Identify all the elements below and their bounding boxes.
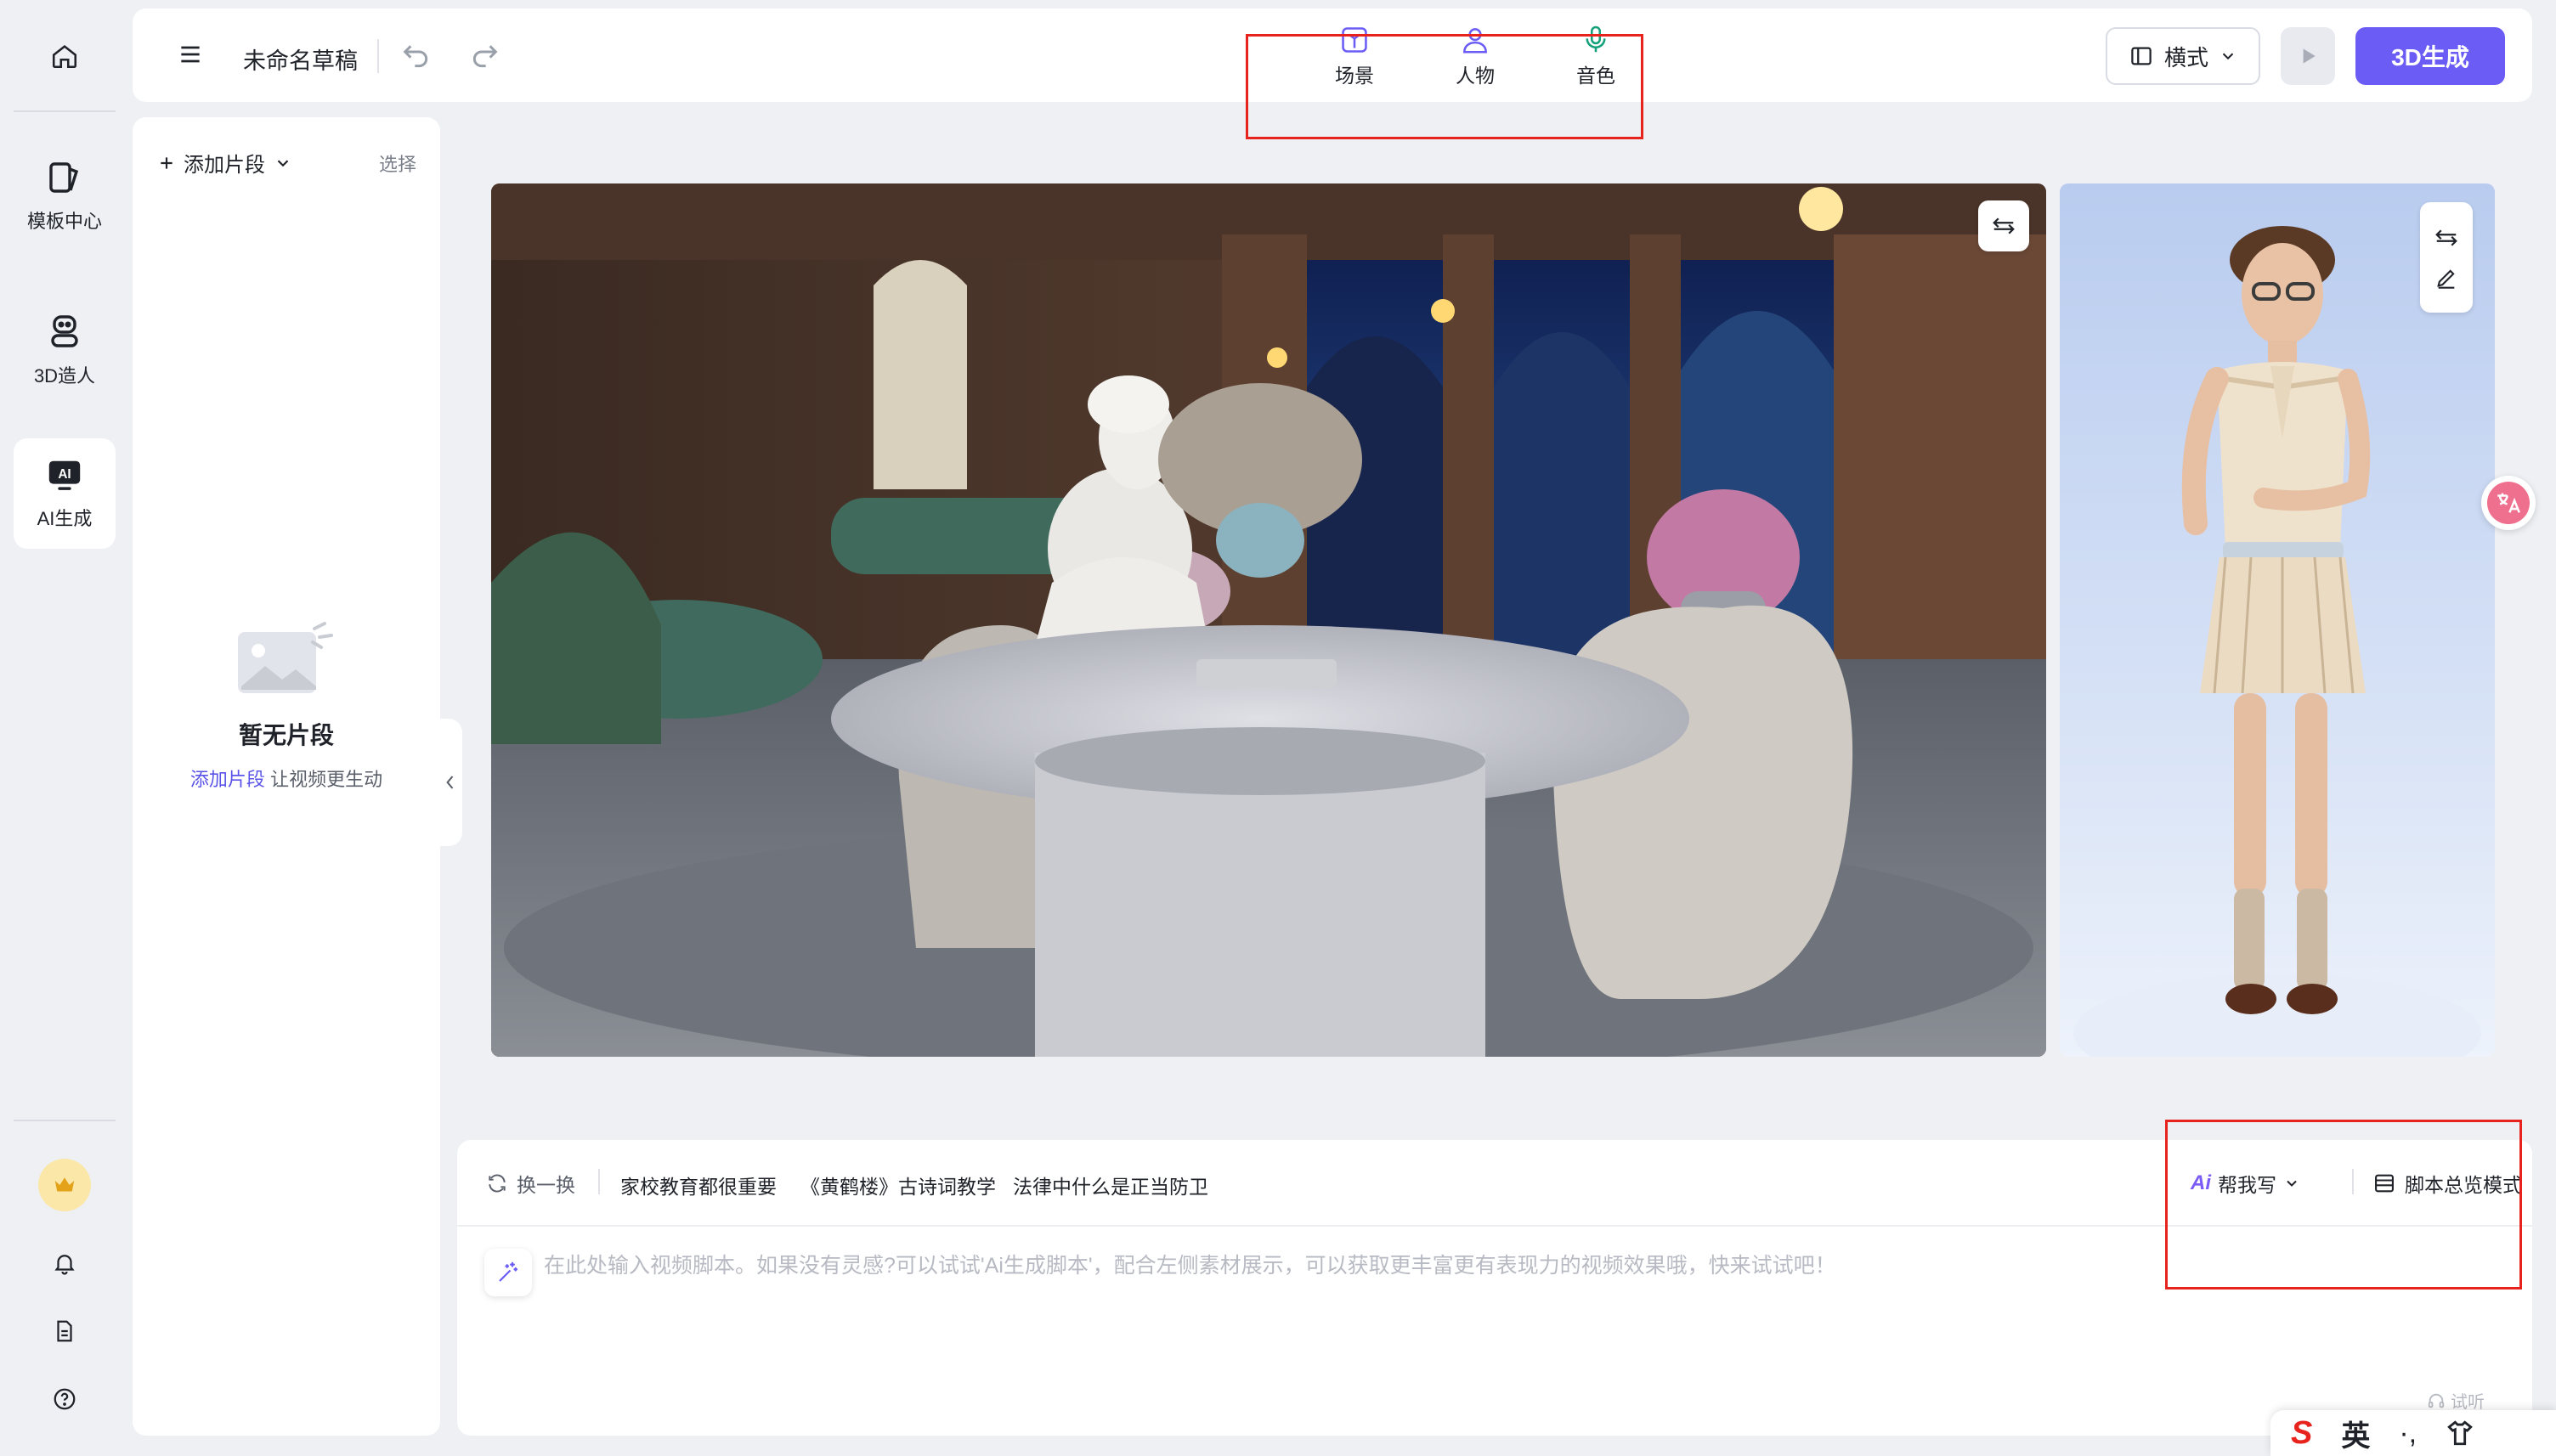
plus-icon [161, 156, 172, 169]
segments-panel: 添加片段 选择 暂无片段 添加片段 让视频更生动 [133, 117, 440, 1436]
character-actions [2420, 202, 2473, 313]
left-rail: 模板中心 3D造人 AI AI生成 [0, 0, 129, 1456]
template-icon [49, 162, 79, 193]
magic-wand-icon [499, 1261, 518, 1282]
rail-item-label: 模板中心 [26, 211, 102, 232]
crown-icon [38, 1159, 91, 1211]
character-image [2073, 226, 2481, 1057]
listen-button[interactable]: 试听 [2427, 1388, 2485, 1413]
menu-button[interactable] [177, 41, 204, 72]
ime-language-toggle[interactable]: 英 [2341, 1413, 2370, 1454]
empty-image-icon [235, 622, 336, 703]
bell-icon [54, 1255, 75, 1275]
scene-preview[interactable] [491, 183, 2046, 1057]
ime-skin-icon[interactable] [2446, 1419, 2474, 1448]
refresh-icon [489, 1174, 506, 1193]
chevron-left-icon [446, 776, 454, 789]
collapse-panel-button[interactable] [437, 719, 462, 846]
empty-state-title: 暂无片段 [238, 722, 334, 748]
hamburger-icon [181, 46, 200, 63]
robot-icon [51, 315, 78, 347]
swap-icon [1993, 217, 2015, 234]
draft-title[interactable]: 未命名草稿 [243, 42, 358, 76]
home-icon [52, 45, 77, 69]
refresh-label: 换一换 [517, 1174, 575, 1196]
orientation-select[interactable]: 横式 [2106, 27, 2260, 85]
rail-item-label: AI生成 [37, 508, 93, 529]
empty-state-hint: 添加片段 让视频更生动 [133, 765, 440, 792]
listen-label: 试听 [2451, 1393, 2485, 1412]
translate-button[interactable] [2481, 476, 2536, 530]
ime-toolbar: S 英 ·, [2270, 1410, 2556, 1456]
documents-button[interactable] [14, 1310, 116, 1352]
headphones-icon [2428, 1393, 2445, 1408]
highlight-box-script-tools [2165, 1120, 2522, 1290]
ime-punctuation-icon[interactable]: ·, [2399, 1417, 2417, 1450]
suggestion-chip[interactable]: 法律中什么是正当防卫 [1013, 1171, 1208, 1199]
help-button[interactable] [14, 1378, 116, 1420]
suggestion-chip[interactable]: 家校教育都很重要 [620, 1171, 777, 1199]
vip-button[interactable] [14, 1157, 116, 1213]
rail-item-templates[interactable]: 模板中心 [14, 143, 116, 248]
swap-icon[interactable] [2434, 225, 2459, 251]
redo-icon [472, 45, 498, 68]
svg-text:AI: AI [58, 467, 71, 482]
edit-icon[interactable] [2434, 266, 2458, 290]
character-preview[interactable] [2060, 183, 2495, 1057]
rail-divider [14, 110, 116, 112]
chevron-down-icon [277, 159, 289, 166]
preview-play-button[interactable] [2281, 27, 2335, 85]
orientation-label: 横式 [2163, 44, 2208, 71]
rail-divider [14, 1120, 116, 1121]
title-divider [377, 39, 379, 73]
scene-image [491, 183, 2046, 1057]
notifications-button[interactable] [14, 1242, 116, 1284]
undo-button[interactable] [399, 39, 433, 77]
select-link[interactable]: 选择 [379, 150, 416, 177]
play-icon [2303, 48, 2316, 64]
redo-button[interactable] [467, 39, 501, 77]
layout-icon [2131, 47, 2152, 65]
refresh-suggestions-button[interactable]: 换一换 [486, 1169, 575, 1198]
rail-item-ai-generate[interactable]: AI AI生成 [14, 438, 116, 549]
empty-add-link[interactable]: 添加片段 [190, 769, 265, 790]
document-icon [57, 1320, 72, 1342]
highlight-box-tools [1246, 34, 1643, 139]
ai-screen-icon: AI [48, 460, 81, 490]
ime-logo-icon[interactable]: S [2291, 1417, 2312, 1449]
empty-hint-text: 让视频更生动 [270, 769, 383, 790]
add-segment-label: 添加片段 [184, 154, 265, 177]
swap-scene-button[interactable] [1978, 200, 2029, 251]
translate-icon [2487, 482, 2530, 524]
chevron-down-icon [2222, 53, 2234, 60]
add-segment-dropdown[interactable]: 添加片段 [158, 148, 292, 178]
rail-item-3d-avatar[interactable]: 3D造人 [14, 297, 116, 403]
rail-item-label: 3D造人 [33, 365, 96, 387]
undo-icon [403, 45, 428, 68]
chip-divider [598, 1169, 600, 1194]
ai-magic-button[interactable] [484, 1249, 532, 1296]
script-input[interactable]: 在此处输入视频脚本。如果没有灵感?可以试试'Ai生成脚本'，配合左侧素材展示，可… [544, 1249, 2413, 1279]
home-button[interactable] [14, 25, 116, 87]
help-icon [54, 1388, 76, 1410]
generate-3d-button[interactable]: 3D生成 [2355, 27, 2505, 85]
suggestion-chip[interactable]: 《黄鹤楼》古诗词教学 [800, 1171, 996, 1199]
